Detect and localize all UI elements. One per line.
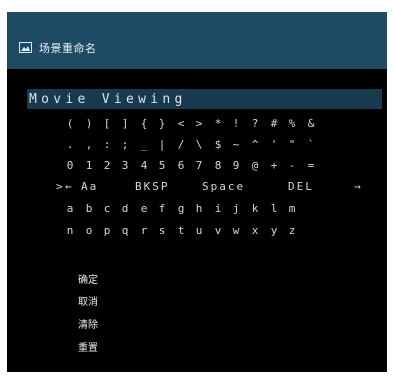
key[interactable]: t xyxy=(173,224,189,238)
key[interactable]: p xyxy=(99,224,115,238)
key[interactable]: 2 xyxy=(99,159,115,173)
key[interactable]: 7 xyxy=(191,159,207,173)
key[interactable]: d xyxy=(117,202,133,216)
key[interactable]: 5 xyxy=(154,159,170,173)
key[interactable]: y xyxy=(266,224,282,238)
title-bar: 场景重命名 xyxy=(7,12,387,69)
key[interactable]: i xyxy=(210,202,226,216)
key[interactable]: w xyxy=(228,224,244,238)
page-title: 场景重命名 xyxy=(39,42,97,55)
cancel-button[interactable]: 取消 xyxy=(78,293,98,308)
key[interactable]: ( xyxy=(62,117,78,131)
key[interactable]: [ xyxy=(99,117,115,131)
key[interactable]: { xyxy=(136,117,152,131)
key[interactable]: 0 xyxy=(62,159,78,173)
key[interactable]: s xyxy=(154,224,170,238)
key[interactable]: ) xyxy=(81,117,97,131)
cursor-right-button[interactable]: → xyxy=(354,180,363,194)
key[interactable]: - xyxy=(284,159,300,173)
key[interactable]: ' xyxy=(266,138,282,152)
key[interactable]: " xyxy=(284,138,300,152)
key[interactable]: b xyxy=(81,202,97,216)
rename-screen: 场景重命名 Movie Viewing ( ) [ ] { } < > * ! … xyxy=(7,12,387,372)
name-input-value: Movie Viewing xyxy=(29,92,187,107)
key[interactable]: ] xyxy=(117,117,133,131)
key[interactable]: k xyxy=(247,202,263,216)
key[interactable]: 4 xyxy=(136,159,152,173)
key[interactable]: 9 xyxy=(228,159,244,173)
key[interactable]: e xyxy=(136,202,152,216)
cursor-indicator: > xyxy=(56,180,65,193)
key[interactable]: v xyxy=(210,224,226,238)
key[interactable]: o xyxy=(81,224,97,238)
key[interactable]: m xyxy=(284,202,300,216)
key[interactable]: @ xyxy=(247,159,263,173)
key[interactable]: h xyxy=(191,202,207,216)
key[interactable]: l xyxy=(266,202,282,216)
key[interactable]: z xyxy=(284,224,300,238)
key[interactable]: 1 xyxy=(81,159,97,173)
space-button[interactable]: Space xyxy=(202,180,245,194)
key[interactable]: > xyxy=(191,117,207,131)
key[interactable]: . xyxy=(62,138,78,152)
key[interactable]: ; xyxy=(117,138,133,152)
key[interactable]: ! xyxy=(228,117,244,131)
key[interactable]: ? xyxy=(247,117,263,131)
backspace-button[interactable]: BKSP xyxy=(135,180,170,194)
key[interactable]: g xyxy=(173,202,189,216)
key[interactable]: \ xyxy=(191,138,207,152)
key[interactable]: ` xyxy=(303,138,319,152)
key[interactable]: q xyxy=(117,224,133,238)
key[interactable]: % xyxy=(284,117,300,131)
key[interactable]: 6 xyxy=(173,159,189,173)
key[interactable]: , xyxy=(81,138,97,152)
key[interactable]: j xyxy=(228,202,244,216)
key[interactable]: c xyxy=(99,202,115,216)
key[interactable]: r xyxy=(136,224,152,238)
key[interactable]: 8 xyxy=(210,159,226,173)
reset-button[interactable]: 重置 xyxy=(78,339,98,354)
case-toggle-button[interactable]: Aa xyxy=(81,180,98,194)
key[interactable]: & xyxy=(303,117,319,131)
key[interactable]: < xyxy=(173,117,189,131)
key[interactable]: ^ xyxy=(247,138,263,152)
cursor-left-button[interactable]: ← xyxy=(65,180,74,194)
key[interactable]: } xyxy=(154,117,170,131)
clear-button[interactable]: 清除 xyxy=(78,316,98,331)
key[interactable]: ~ xyxy=(228,138,244,152)
key[interactable]: _ xyxy=(136,138,152,152)
key[interactable]: 3 xyxy=(117,159,133,173)
key[interactable]: # xyxy=(266,117,282,131)
key[interactable]: : xyxy=(99,138,115,152)
scene-image-icon xyxy=(19,42,32,53)
confirm-button[interactable]: 确定 xyxy=(78,271,98,286)
key[interactable]: n xyxy=(62,224,78,238)
delete-button[interactable]: DEL xyxy=(288,180,314,194)
key[interactable]: u xyxy=(191,224,207,238)
key[interactable]: | xyxy=(154,138,170,152)
key[interactable]: + xyxy=(266,159,282,173)
key[interactable]: f xyxy=(154,202,170,216)
key[interactable]: a xyxy=(62,202,78,216)
key[interactable]: x xyxy=(247,224,263,238)
key[interactable]: / xyxy=(173,138,189,152)
key[interactable]: * xyxy=(210,117,226,131)
key[interactable]: $ xyxy=(210,138,226,152)
key[interactable]: = xyxy=(303,159,319,173)
